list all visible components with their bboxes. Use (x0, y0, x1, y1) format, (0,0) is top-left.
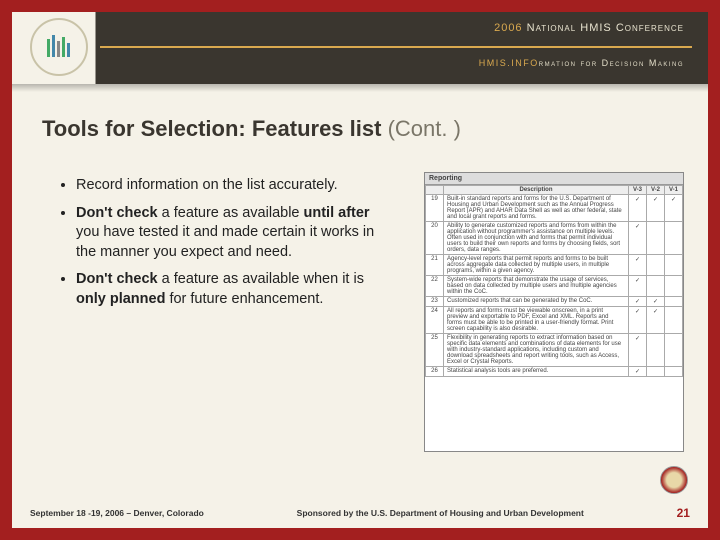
row-check-v3: ✓ (629, 367, 647, 377)
table-row: 24All reports and forms must be viewable… (426, 307, 683, 334)
slide-title-main: Tools for Selection: Features list (42, 116, 381, 141)
row-check-v3: ✓ (629, 276, 647, 297)
table-row: 26Statistical analysis tools are preferr… (426, 367, 683, 377)
bullet-text: a feature as available when it is (158, 271, 364, 287)
row-check-v3: ✓ (629, 255, 647, 276)
bullet-bold: only planned (76, 291, 165, 307)
row-check-v1 (665, 255, 683, 276)
table-row: 21Agency-level reports that permit repor… (426, 255, 683, 276)
bullet-text: for future enhancement. (165, 291, 323, 307)
bullet-list: Record information on the list accuratel… (58, 176, 388, 317)
row-check-v2 (647, 334, 665, 367)
table-grid: Description V-3 V-2 V-1 19Built-in stand… (425, 185, 683, 377)
row-desc: System-wide reports that demonstrate the… (444, 276, 629, 297)
footer-sponsor: Sponsored by the U.S. Department of Hous… (297, 508, 584, 518)
row-check-v2 (647, 367, 665, 377)
page-number: 21 (677, 506, 690, 520)
row-num: 21 (426, 255, 444, 276)
features-table: Reporting Description V-3 V-2 V-1 19Buil… (424, 172, 684, 452)
header-band: 2006 National HMIS Conference HMIS.INFOr… (12, 12, 708, 84)
table-row: 20Ability to generate customized reports… (426, 222, 683, 255)
row-desc: Statistical analysis tools are preferred… (444, 367, 629, 377)
col-desc: Description (444, 186, 629, 195)
row-check-v2: ✓ (647, 195, 665, 222)
row-num: 19 (426, 195, 444, 222)
conference-name: National HMIS Conference (527, 22, 684, 34)
row-check-v2 (647, 222, 665, 255)
bullet-bold: Don't check (76, 205, 158, 221)
row-check-v2 (647, 255, 665, 276)
tagline: HMIS.INFOrmation for Decision Making (479, 58, 684, 68)
header-shadow (12, 84, 708, 92)
table-body: 19Built-in standard reports and forms fo… (426, 195, 683, 377)
corner-seal-icon (660, 466, 688, 494)
row-check-v1 (665, 334, 683, 367)
row-desc: Customized reports that can be generated… (444, 297, 629, 307)
bullet-item: Don't check a feature as available until… (76, 204, 388, 263)
row-check-v2 (647, 276, 665, 297)
bullet-text: a feature as available (158, 205, 304, 221)
table-section-header: Reporting (425, 173, 683, 185)
row-desc: Agency-level reports that permit reports… (444, 255, 629, 276)
bullet-bold: until after (304, 205, 370, 221)
row-check-v1: ✓ (665, 195, 683, 222)
row-num: 25 (426, 334, 444, 367)
footer-date-location: September 18 -19, 2006 – Denver, Colorad… (30, 508, 204, 518)
row-desc: Ability to generate customized reports a… (444, 222, 629, 255)
row-num: 26 (426, 367, 444, 377)
row-check-v1 (665, 276, 683, 297)
conference-title: 2006 National HMIS Conference (494, 22, 684, 34)
tagline-rest: rmation for Decision Making (539, 58, 684, 68)
footer: September 18 -19, 2006 – Denver, Colorad… (12, 506, 708, 520)
bullet-text: you have tested it and made certain it w… (76, 224, 374, 260)
table-row: 23Customized reports that can be generat… (426, 297, 683, 307)
slide-title-cont: (Cont. ) (388, 116, 461, 141)
row-check-v3: ✓ (629, 222, 647, 255)
row-check-v1 (665, 222, 683, 255)
table-row: 19Built-in standard reports and forms fo… (426, 195, 683, 222)
row-num: 20 (426, 222, 444, 255)
row-check-v1 (665, 297, 683, 307)
table-row: 22System-wide reports that demonstrate t… (426, 276, 683, 297)
col-num (426, 186, 444, 195)
bullet-item: Don't check a feature as available when … (76, 270, 388, 309)
row-check-v1 (665, 367, 683, 377)
row-desc: All reports and forms must be viewable o… (444, 307, 629, 334)
table-row: 25Flexibility in generating reports to e… (426, 334, 683, 367)
row-check-v3: ✓ (629, 307, 647, 334)
row-desc: Built-in standard reports and forms for … (444, 195, 629, 222)
accent-rule (100, 46, 692, 48)
bullet-item: Record information on the list accuratel… (76, 176, 388, 196)
hud-logo (30, 18, 88, 76)
bullet-text: Record information on the list accuratel… (76, 177, 338, 193)
row-desc: Flexibility in generating reports to ext… (444, 334, 629, 367)
slide-title: Tools for Selection: Features list (Cont… (42, 116, 461, 142)
col-v2: V-2 (647, 186, 665, 195)
col-v1: V-1 (665, 186, 683, 195)
col-v3: V-3 (629, 186, 647, 195)
row-num: 23 (426, 297, 444, 307)
table-header-row: Description V-3 V-2 V-1 (426, 186, 683, 195)
conference-year: 2006 (494, 22, 522, 34)
tagline-accent: HMIS.INFO (479, 58, 539, 68)
row-check-v2: ✓ (647, 297, 665, 307)
row-check-v3: ✓ (629, 297, 647, 307)
bullet-bold: Don't check (76, 271, 158, 287)
row-check-v3: ✓ (629, 195, 647, 222)
row-num: 24 (426, 307, 444, 334)
row-check-v1 (665, 307, 683, 334)
row-num: 22 (426, 276, 444, 297)
row-check-v2: ✓ (647, 307, 665, 334)
row-check-v3: ✓ (629, 334, 647, 367)
